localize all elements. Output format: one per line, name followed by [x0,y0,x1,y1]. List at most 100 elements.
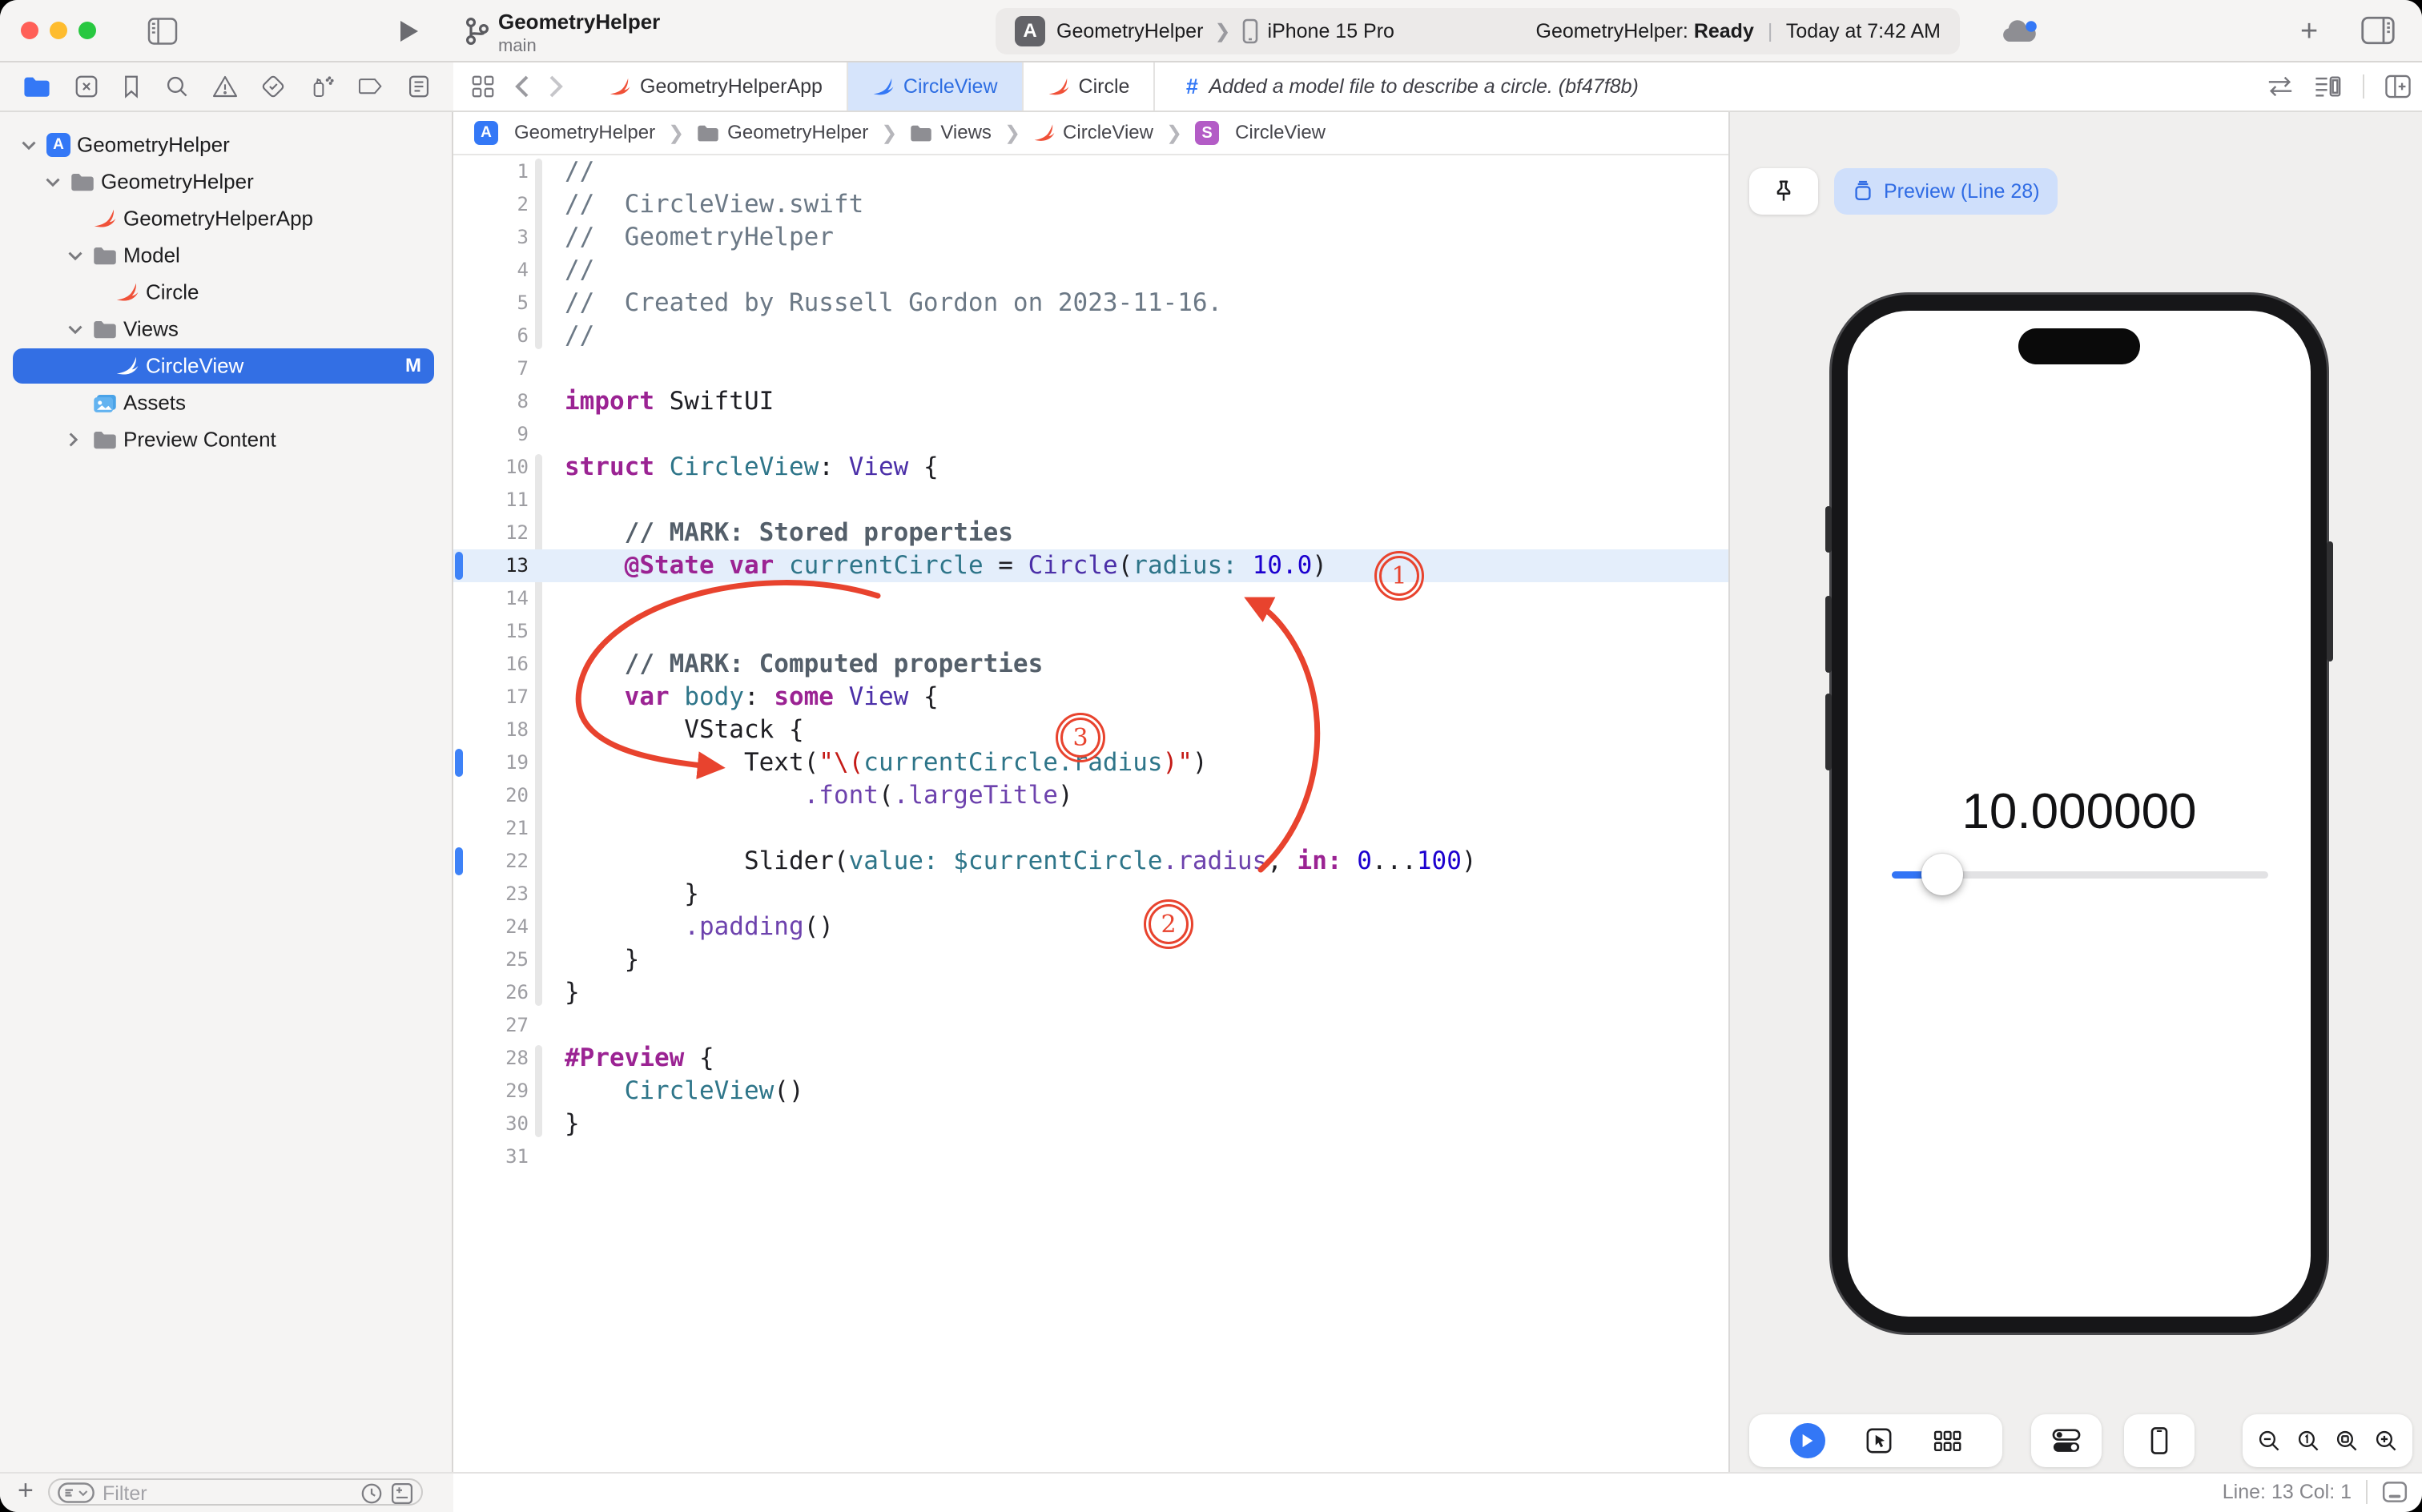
tab-circleview[interactable]: CircleView [847,62,1024,111]
code-line-25[interactable]: 25 } [453,943,1728,976]
editor-layout-icon[interactable] [2382,1481,2408,1503]
preview-target-chip[interactable]: Preview (Line 28) [1834,168,2058,215]
tree-item-views[interactable]: Views [0,311,453,348]
filter-bar: + Filter [0,1474,453,1512]
debug-navigator-icon[interactable] [309,74,335,99]
code-line-14[interactable]: 14 [453,582,1728,615]
run-button[interactable] [399,19,420,43]
minimap-icon[interactable] [2315,74,2342,99]
pin-preview-button[interactable] [1749,168,1818,215]
project-navigator-icon[interactable] [23,75,50,98]
breadcrumb-file[interactable]: CircleView [1063,122,1153,144]
crash-navigator-icon[interactable] [74,74,99,99]
toggle-navigator-icon[interactable] [147,18,178,45]
new-tab-button[interactable]: + [2300,14,2318,49]
breadcrumb-symbol[interactable]: CircleView [1235,122,1326,144]
code-line-12[interactable]: 12 // MARK: Stored properties [453,517,1728,549]
code-line-28[interactable]: 28 #Preview { [453,1042,1728,1075]
code-line-30[interactable]: 30} [453,1108,1728,1140]
code-line-15[interactable]: 15 [453,615,1728,648]
device-settings-button[interactable] [2031,1414,2102,1467]
code-review-icon[interactable] [2267,74,2294,99]
scheme-selector[interactable]: A GeometryHelper ❯ iPhone 15 Pro Geometr… [996,8,1960,54]
code-line-5[interactable]: 5 // Created by Russell Gordon on 2023-11… [453,287,1728,320]
code-line-1[interactable]: 1 // [453,155,1728,188]
code-line-10[interactable]: 10 struct CircleView: View { [453,451,1728,484]
breakpoint-navigator-icon[interactable] [358,76,384,97]
scm-status-filter-icon[interactable] [391,1482,413,1505]
code-line-16[interactable]: 16 // MARK: Computed properties [453,648,1728,681]
tree-item-geometryhelper[interactable]: GeometryHelper [0,163,453,200]
filter-menu-icon[interactable] [58,1482,95,1503]
cloud-sync-icon[interactable] [2000,18,2038,46]
find-navigator-icon[interactable] [165,74,189,99]
zoom-fit-icon[interactable] [2335,1429,2359,1453]
code-line-8[interactable]: 8 import SwiftUI [453,385,1728,418]
tab-circle[interactable]: Circle [1024,62,1156,111]
slider-thumb[interactable] [1921,854,1963,895]
add-editor-icon[interactable] [2385,74,2411,99]
issue-navigator-icon[interactable] [212,74,238,99]
tree-item-circle[interactable]: Circle [0,274,453,311]
code-line-26[interactable]: 26} [453,976,1728,1009]
source-control-note[interactable]: # Added a model file to describe a circl… [1185,74,1638,99]
tree-item-geometryhelper[interactable]: A GeometryHelper [0,127,453,163]
disclosure-down-icon[interactable] [45,176,61,187]
forward-button[interactable] [548,74,565,99]
tree-item-geometryhelperapp[interactable]: GeometryHelperApp [0,200,453,237]
code-editor[interactable]: 1 // 2 // CircleView.swift 3 // GeometryHelpe… [453,155,1728,1472]
disclosure-down-icon[interactable] [21,139,37,151]
tree-item-preview-content[interactable]: Preview Content [0,421,453,458]
code-line-9[interactable]: 9 [453,418,1728,451]
test-navigator-icon[interactable] [261,74,285,99]
live-preview-button[interactable] [1789,1423,1825,1458]
tab-overview-icon[interactable] [471,74,495,99]
back-button[interactable] [513,74,530,99]
code-line-27[interactable]: 27 [453,1009,1728,1042]
tree-item-assets[interactable]: Assets [0,384,453,421]
code-line-22[interactable]: 22 Slider(value: $currentCircle.radius, … [453,845,1728,878]
preview-device-button[interactable] [2124,1414,2195,1467]
code-line-11[interactable]: 11 [453,484,1728,517]
code-line-17[interactable]: 17 var body: some View { [453,681,1728,714]
scheme-device[interactable]: iPhone 15 Pro [1268,20,1394,43]
tree-item-model[interactable]: Model [0,237,453,274]
add-file-button[interactable]: + [18,1475,34,1506]
report-navigator-icon[interactable] [408,74,430,99]
code-line-2[interactable]: 2 // CircleView.swift [453,188,1728,221]
radius-slider[interactable] [1892,854,2268,895]
code-line-21[interactable]: 21 [453,812,1728,845]
disclosure-down-icon[interactable] [67,324,83,335]
code-line-6[interactable]: 6 // [453,320,1728,352]
minimize-window-button[interactable] [50,22,67,39]
code-line-13[interactable]: 13 @State var currentCircle = Circle(rad… [453,549,1728,582]
branch-icon [463,16,490,46]
zoom-window-button[interactable] [78,22,96,39]
filter-field[interactable]: Filter [48,1478,423,1506]
code-line-29[interactable]: 29 CircleView() [453,1075,1728,1108]
toggle-inspector-icon[interactable] [2361,16,2395,45]
disclosure-right-icon[interactable] [67,432,78,448]
scheme-project[interactable]: GeometryHelper [1056,20,1203,43]
breadcrumb-group[interactable]: GeometryHelper [727,122,868,144]
tree-item-circleview[interactable]: CircleView M [0,348,453,384]
zoom-in-icon[interactable] [2374,1429,2398,1453]
code-line-3[interactable]: 3 // GeometryHelper [453,221,1728,254]
code-line-7[interactable]: 7 [453,352,1728,385]
variants-mode-button[interactable] [1933,1429,1962,1453]
code-line-31[interactable]: 31 [453,1140,1728,1173]
code-line-24[interactable]: 24 .padding() [453,911,1728,943]
breadcrumb-project[interactable]: GeometryHelper [514,122,655,144]
zoom-100-icon[interactable] [2296,1429,2320,1453]
zoom-out-icon[interactable] [2257,1429,2281,1453]
code-line-4[interactable]: 4 // [453,254,1728,287]
code-line-23[interactable]: 23 } [453,878,1728,911]
tab-geometryhelperapp[interactable]: GeometryHelperApp [585,62,848,111]
selectable-mode-button[interactable] [1865,1427,1893,1454]
breadcrumb-views[interactable]: Views [940,122,992,144]
bookmark-navigator-icon[interactable] [122,74,141,99]
code-line-20[interactable]: 20 .font(.largeTitle) [453,779,1728,812]
close-window-button[interactable] [21,22,38,39]
disclosure-down-icon[interactable] [67,250,83,261]
recent-files-filter-icon[interactable] [360,1482,383,1505]
